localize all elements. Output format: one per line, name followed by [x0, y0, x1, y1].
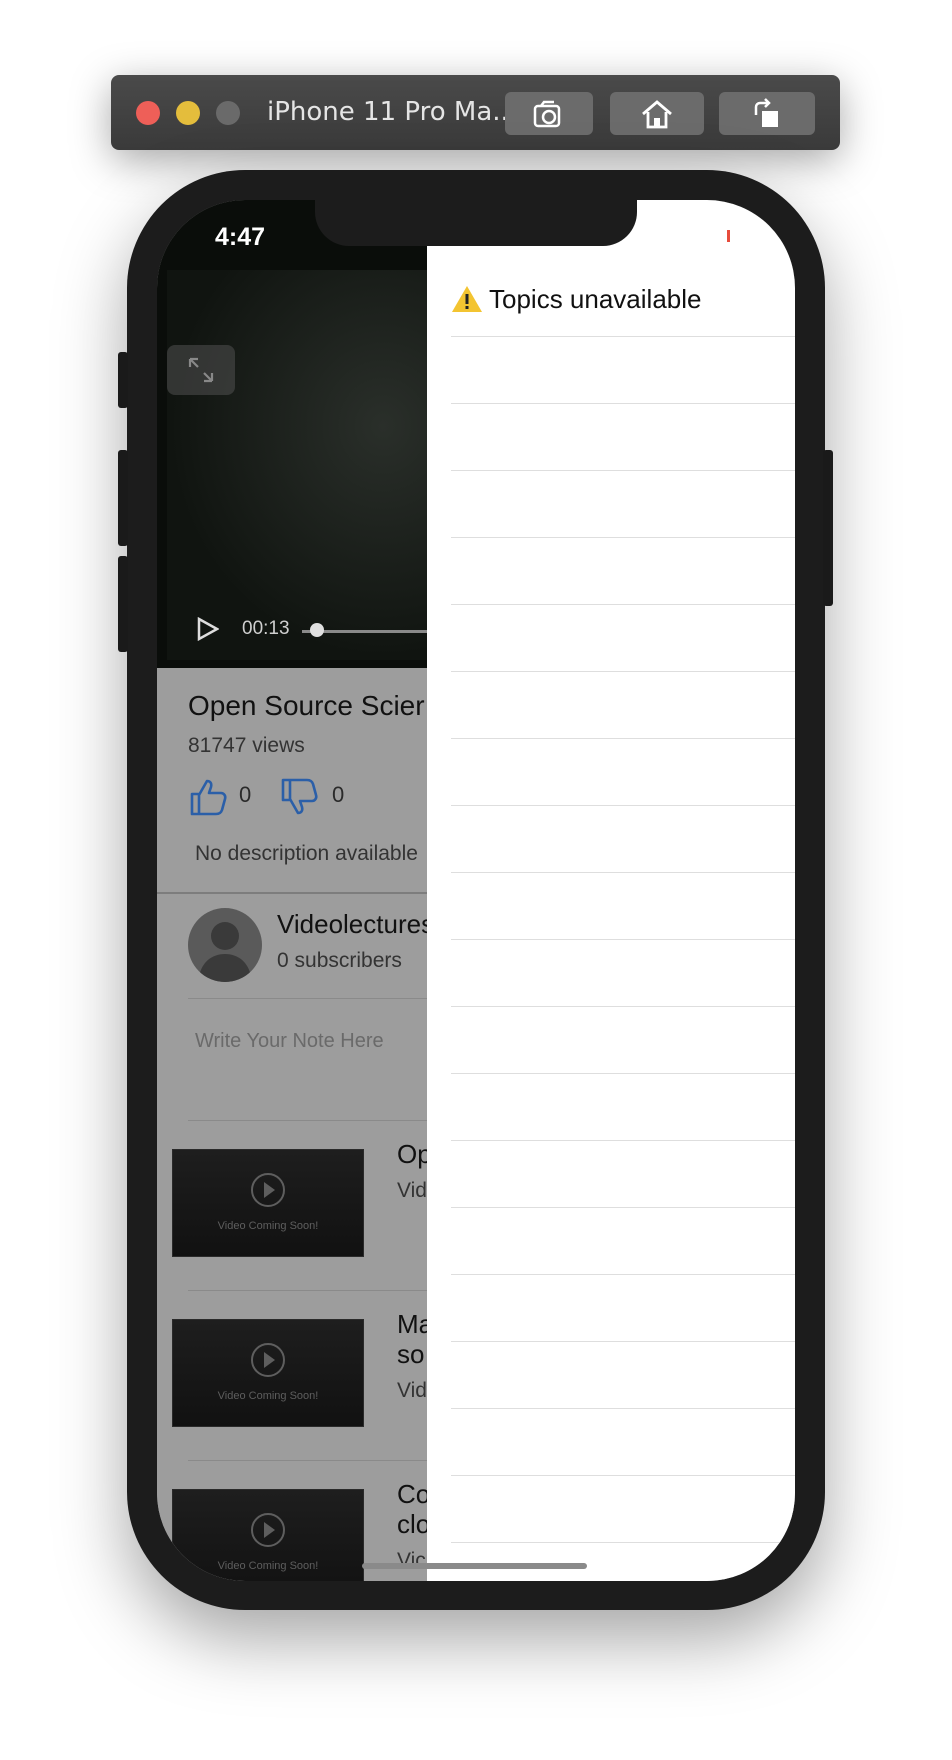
volume-down-button [118, 556, 128, 652]
play-circle-icon [251, 1173, 285, 1207]
rotate-icon [754, 97, 778, 127]
video-controls: 00:13 [167, 605, 472, 655]
drawer-row-divider [451, 1542, 795, 1543]
expand-icon [188, 357, 214, 383]
like-count: 0 [239, 782, 252, 807]
video-thumbnail: Video Coming Soon! [172, 1489, 364, 1581]
minimize-window-button[interactable] [176, 101, 200, 125]
drawer-row-divider [451, 805, 795, 806]
screenshot-button[interactable] [505, 92, 593, 135]
thumbnail-caption: Video Coming Soon! [217, 1390, 319, 1402]
drawer-row-divider [451, 738, 795, 739]
volume-up-button [118, 450, 128, 546]
drawer-row-divider [451, 671, 795, 672]
channel-avatar[interactable] [188, 908, 262, 982]
play-icon[interactable] [197, 617, 219, 641]
home-button[interactable] [610, 92, 704, 135]
status-time: 4:47 [215, 223, 266, 251]
drawer-row-divider [451, 336, 795, 337]
drawer-row-divider [451, 1341, 795, 1342]
subscriber-count: 0 subscribers [277, 949, 402, 972]
related-video-subtitle: Vid [397, 1179, 427, 1202]
drawer-row-divider [451, 1207, 795, 1208]
silent-switch [118, 352, 128, 408]
drawer-row-divider [451, 1274, 795, 1275]
home-indicator[interactable] [362, 1563, 587, 1569]
related-video-subtitle: Vic [397, 1549, 426, 1572]
progress-thumb[interactable] [310, 623, 324, 637]
video-thumbnail: Video Coming Soon! [172, 1149, 364, 1257]
drawer-row-divider [451, 1475, 795, 1476]
drawer-row-divider [451, 1073, 795, 1074]
thumbnail-caption: Video Coming Soon! [217, 1560, 319, 1572]
close-window-button[interactable] [136, 101, 160, 125]
note-input[interactable]: Write Your Note Here [195, 1030, 384, 1053]
drawer-row-divider [451, 1006, 795, 1007]
drawer-row-divider [451, 939, 795, 940]
dislike-count: 0 [332, 782, 345, 807]
drawer-title-text: Topics unavailable [489, 284, 702, 314]
battery-indicator [727, 230, 730, 242]
drawer-row-divider [451, 403, 795, 404]
play-circle-icon [251, 1513, 285, 1547]
video-description: No description available [195, 842, 418, 865]
thumbs-up-icon[interactable] [188, 776, 230, 818]
rotate-button[interactable] [719, 92, 815, 135]
drawer-row-divider [451, 470, 795, 471]
topics-drawer: Topics unavailable [427, 200, 795, 1581]
power-button [823, 450, 833, 606]
camera-icon [533, 100, 561, 127]
drawer-row-divider [451, 604, 795, 605]
thumbnail-caption: Video Coming Soon! [217, 1220, 319, 1232]
zoom-window-button[interactable] [216, 101, 240, 125]
drawer-row-divider [451, 1140, 795, 1141]
drawer-title: Topics unavailable [451, 284, 701, 315]
thumbs-down-icon[interactable] [279, 776, 321, 818]
device-screen: 4:47 00:13 Open Source Scier 81747 views… [157, 200, 795, 1581]
current-time-label: 00:13 [242, 618, 290, 639]
home-icon [642, 99, 672, 128]
drawer-row-divider [451, 872, 795, 873]
user-silhouette-icon [198, 922, 252, 982]
drawer-row-divider [451, 1408, 795, 1409]
fullscreen-button[interactable] [167, 345, 235, 395]
play-circle-icon [251, 1343, 285, 1377]
related-video-title: Co clo [397, 1479, 431, 1539]
simulator-toolbar: iPhone 11 Pro Ma... [111, 75, 840, 150]
channel-name[interactable]: Videolectures [277, 909, 434, 940]
video-title: Open Source Scier [188, 690, 425, 721]
video-thumbnail: Video Coming Soon! [172, 1319, 364, 1427]
view-count: 81747 views [188, 734, 305, 757]
related-video-subtitle: Vid [397, 1379, 427, 1402]
drawer-row-divider [451, 537, 795, 538]
simulator-title: iPhone 11 Pro Ma... [267, 97, 518, 127]
warning-icon [452, 286, 482, 312]
notch [315, 200, 637, 246]
